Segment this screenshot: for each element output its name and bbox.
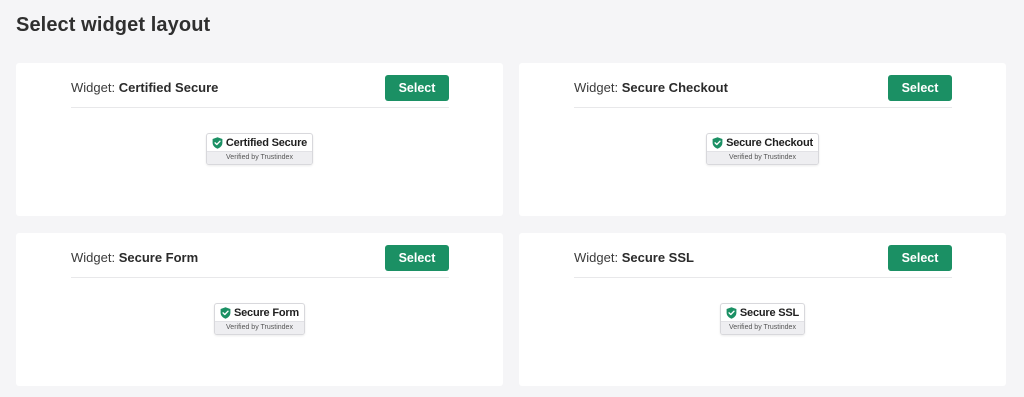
card-title: Widget: Certified Secure (71, 80, 218, 95)
select-button[interactable]: Select (385, 245, 449, 271)
badge-subtitle: Verified by Trustindex (720, 321, 805, 334)
badge-title: Secure Form (233, 307, 300, 319)
card-header: Widget: Secure SSL Select (574, 233, 952, 278)
card-header: Widget: Secure Checkout Select (574, 63, 952, 108)
badge-title: Secure SSL (739, 307, 800, 319)
card-title: Widget: Secure Form (71, 250, 198, 265)
card-title-name: Secure Form (118, 250, 199, 265)
widget-card-secure-checkout: Widget: Secure Checkout Select Secure Ch… (519, 63, 1006, 216)
card-header: Widget: Certified Secure Select (71, 63, 449, 108)
card-title-name: Certified Secure (118, 80, 219, 95)
badge-top: Secure Checkout (707, 134, 818, 151)
widget-card-secure-form: Widget: Secure Form Select Secure Form V… (16, 233, 503, 386)
select-button[interactable]: Select (385, 75, 449, 101)
widget-card-certified-secure: Widget: Certified Secure Select Certifie… (16, 63, 503, 216)
card-title-prefix: Widget: (574, 250, 619, 265)
card-title: Widget: Secure Checkout (574, 80, 728, 95)
select-button[interactable]: Select (888, 75, 952, 101)
widget-card-secure-ssl: Widget: Secure SSL Select Secure SSL Ver… (519, 233, 1006, 386)
badge-subtitle: Verified by Trustindex (214, 321, 305, 334)
badge-subtitle: Verified by Trustindex (206, 151, 313, 164)
card-title-prefix: Widget: (71, 80, 116, 95)
card-title-prefix: Widget: (71, 250, 116, 265)
card-title-name: Secure SSL (621, 250, 694, 265)
badge-subtitle: Verified by Trustindex (707, 151, 818, 164)
page-title: Select widget layout (16, 14, 211, 36)
badge-preview-area: Certified Secure Verified by Trustindex (16, 133, 503, 165)
trust-badge: Secure Checkout Verified by Trustindex (706, 133, 819, 165)
shield-check-icon (212, 137, 223, 149)
badge-top: Secure Form (215, 304, 304, 321)
select-button[interactable]: Select (888, 245, 952, 271)
trust-badge: Certified Secure Verified by Trustindex (205, 133, 314, 165)
trust-badge: Secure Form Verified by Trustindex (213, 303, 306, 335)
shield-check-icon (220, 307, 231, 319)
card-title-prefix: Widget: (574, 80, 619, 95)
shield-check-icon (712, 137, 723, 149)
badge-title: Secure Checkout (726, 137, 813, 149)
trust-badge: Secure SSL Verified by Trustindex (719, 303, 806, 335)
badge-preview-area: Secure SSL Verified by Trustindex (519, 303, 1006, 335)
badge-title: Certified Secure (225, 137, 308, 149)
shield-check-icon (726, 307, 737, 319)
badge-preview-area: Secure Form Verified by Trustindex (16, 303, 503, 335)
badge-top: Secure SSL (721, 304, 804, 321)
card-title: Widget: Secure SSL (574, 250, 694, 265)
card-title-name: Secure Checkout (621, 80, 728, 95)
badge-top: Certified Secure (207, 134, 312, 151)
badge-preview-area: Secure Checkout Verified by Trustindex (519, 133, 1006, 165)
card-header: Widget: Secure Form Select (71, 233, 449, 278)
